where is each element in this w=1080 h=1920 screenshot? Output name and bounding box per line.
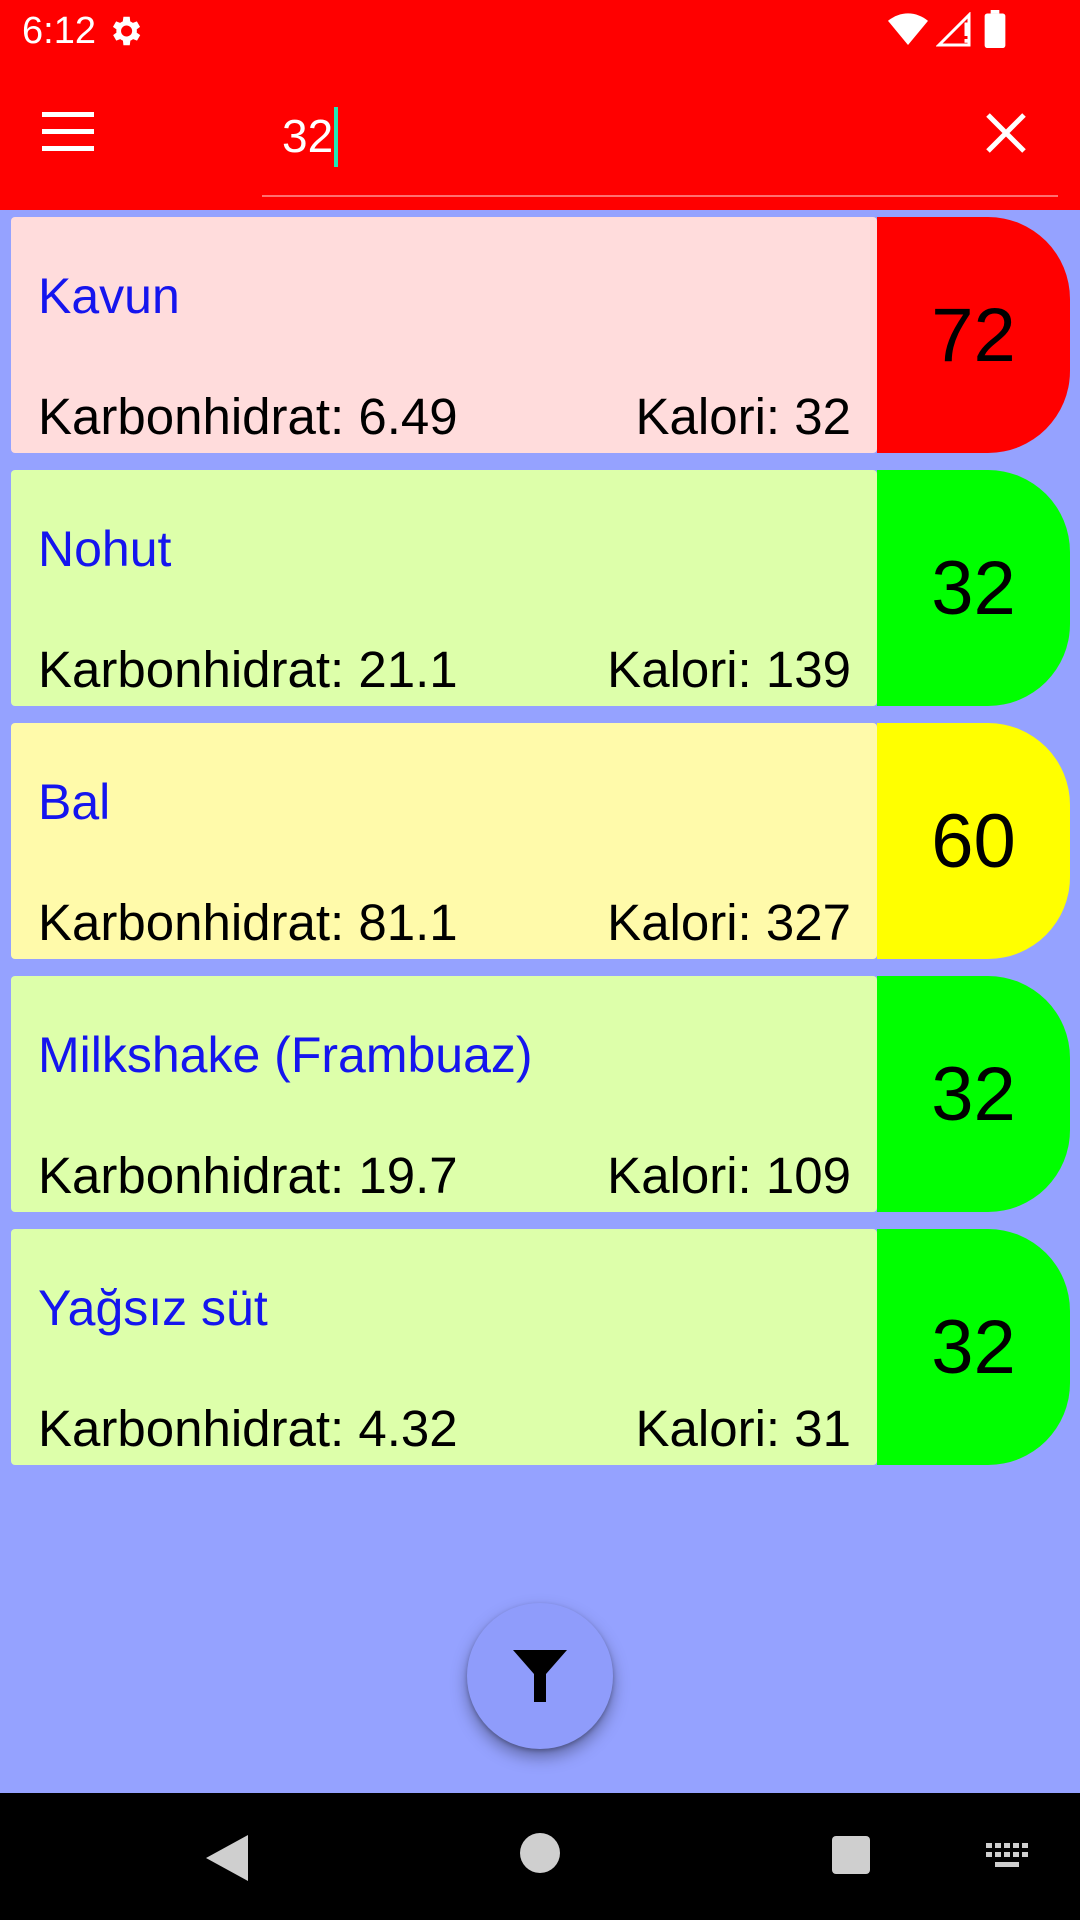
food-name: Kavun: [38, 268, 180, 324]
list-item[interactable]: Bal Karbonhidrat: 81.1 Kalori: 327 60: [11, 723, 1070, 959]
glycemic-index-badge: 32: [877, 976, 1070, 1212]
food-name: Bal: [38, 774, 111, 830]
calorie-value: Kalori: 139: [607, 641, 851, 698]
status-bar: 6:12: [0, 0, 1080, 63]
back-icon[interactable]: [204, 1833, 248, 1883]
keyboard-icon[interactable]: [986, 1843, 1030, 1873]
close-icon[interactable]: [984, 111, 1028, 155]
item-body: Bal Karbonhidrat: 81.1 Kalori: 327: [11, 723, 877, 959]
carbohydrate-value: Karbonhidrat: 81.1: [38, 894, 458, 951]
search-input[interactable]: [264, 105, 1000, 167]
item-body: Kavun Karbonhidrat: 6.49 Kalori: 32: [11, 217, 877, 453]
calorie-value: Kalori: 109: [607, 1147, 851, 1204]
food-name: Milkshake (Frambuaz): [38, 1027, 533, 1083]
calorie-value: Kalori: 31: [635, 1400, 851, 1457]
signal-icon: [936, 12, 971, 47]
carbohydrate-value: Karbonhidrat: 4.32: [38, 1400, 458, 1457]
text-caret: [334, 107, 338, 167]
list-item[interactable]: Yağsız süt Karbonhidrat: 4.32 Kalori: 31…: [11, 1229, 1070, 1465]
wifi-icon: [888, 13, 928, 46]
home-icon[interactable]: [520, 1833, 560, 1873]
list-item[interactable]: Kavun Karbonhidrat: 6.49 Kalori: 32 72: [11, 217, 1070, 453]
list-item[interactable]: Nohut Karbonhidrat: 21.1 Kalori: 139 32: [11, 470, 1070, 706]
menu-icon[interactable]: [42, 110, 100, 154]
navigation-bar: [0, 1793, 1080, 1920]
glycemic-index-badge: 32: [877, 1229, 1070, 1465]
calorie-value: Kalori: 327: [607, 894, 851, 951]
gear-icon: [112, 16, 141, 46]
app-bar: [0, 63, 1080, 210]
search-underline: [262, 195, 1058, 197]
glycemic-index-badge: 72: [877, 217, 1070, 453]
carbohydrate-value: Karbonhidrat: 6.49: [38, 388, 458, 445]
recents-icon[interactable]: [832, 1836, 870, 1874]
list-item[interactable]: Milkshake (Frambuaz) Karbonhidrat: 19.7 …: [11, 976, 1070, 1212]
filter-icon: [513, 1650, 567, 1702]
item-body: Milkshake (Frambuaz) Karbonhidrat: 19.7 …: [11, 976, 877, 1212]
battery-icon: [984, 10, 1006, 48]
calorie-value: Kalori: 32: [635, 388, 851, 445]
food-name: Yağsız süt: [38, 1280, 268, 1336]
glycemic-index-badge: 32: [877, 470, 1070, 706]
glycemic-index-badge: 60: [877, 723, 1070, 959]
filter-button[interactable]: [467, 1603, 613, 1749]
food-name: Nohut: [38, 521, 172, 577]
carbohydrate-value: Karbonhidrat: 21.1: [38, 641, 458, 698]
status-time: 6:12: [22, 10, 96, 52]
item-body: Nohut Karbonhidrat: 21.1 Kalori: 139: [11, 470, 877, 706]
item-body: Yağsız süt Karbonhidrat: 4.32 Kalori: 31: [11, 1229, 877, 1465]
carbohydrate-value: Karbonhidrat: 19.7: [38, 1147, 458, 1204]
